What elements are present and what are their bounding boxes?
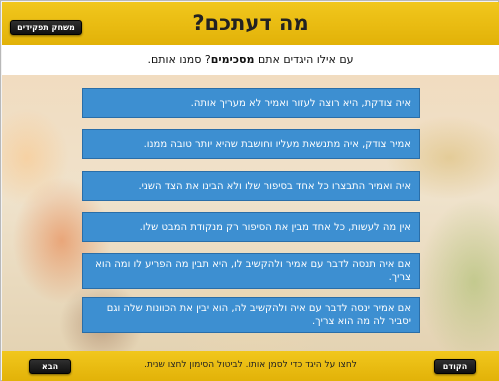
next-button[interactable]: הבא xyxy=(29,359,71,374)
slide-frame: מה דעתכם? משחק תפקידים עם אילו היגדים את… xyxy=(0,0,499,381)
header-bar: מה דעתכם? משחק תפקידים xyxy=(2,2,499,45)
previous-button[interactable]: הקודם xyxy=(434,359,476,374)
footer-bar: לחצו על היגד כדי לסמן אותו. לביטול הסימו… xyxy=(2,351,499,381)
statement-item[interactable]: אין מה לעשות, כל אחד מבין את הסיפור רק מ… xyxy=(82,212,420,242)
roles-game-button[interactable]: משחק תפקידים xyxy=(10,20,82,35)
statement-item[interactable]: איה צודקת, היא רוצה לעזור ואמיר לא מעריך… xyxy=(82,88,420,118)
statement-item[interactable]: אמיר צודק, איה מתנשאת מעליו וחושבת שהיא … xyxy=(82,129,420,159)
statement-item[interactable]: איה ואמיר התבצרו כל אחד בסיפור שלו ולא ה… xyxy=(82,171,420,201)
instruction-bold: מסכימים xyxy=(210,53,255,66)
statement-item[interactable]: אם איה תנסה לדבר עם אמיר ולהקשיב לו, היא… xyxy=(82,253,420,289)
instruction-after: ? סמנו אותם. xyxy=(147,53,211,66)
footer-hint: לחצו על היגד כדי לסמן אותו. לביטול הסימו… xyxy=(144,360,357,370)
instruction-text: עם אילו היגדים אתם מסכימים? סמנו אותם. xyxy=(2,45,499,75)
instruction-before: עם אילו היגדים אתם xyxy=(254,53,354,66)
statement-item[interactable]: אם אמיר ינסה לדבר עם איה ולהקשיב לה, הוא… xyxy=(82,297,420,333)
